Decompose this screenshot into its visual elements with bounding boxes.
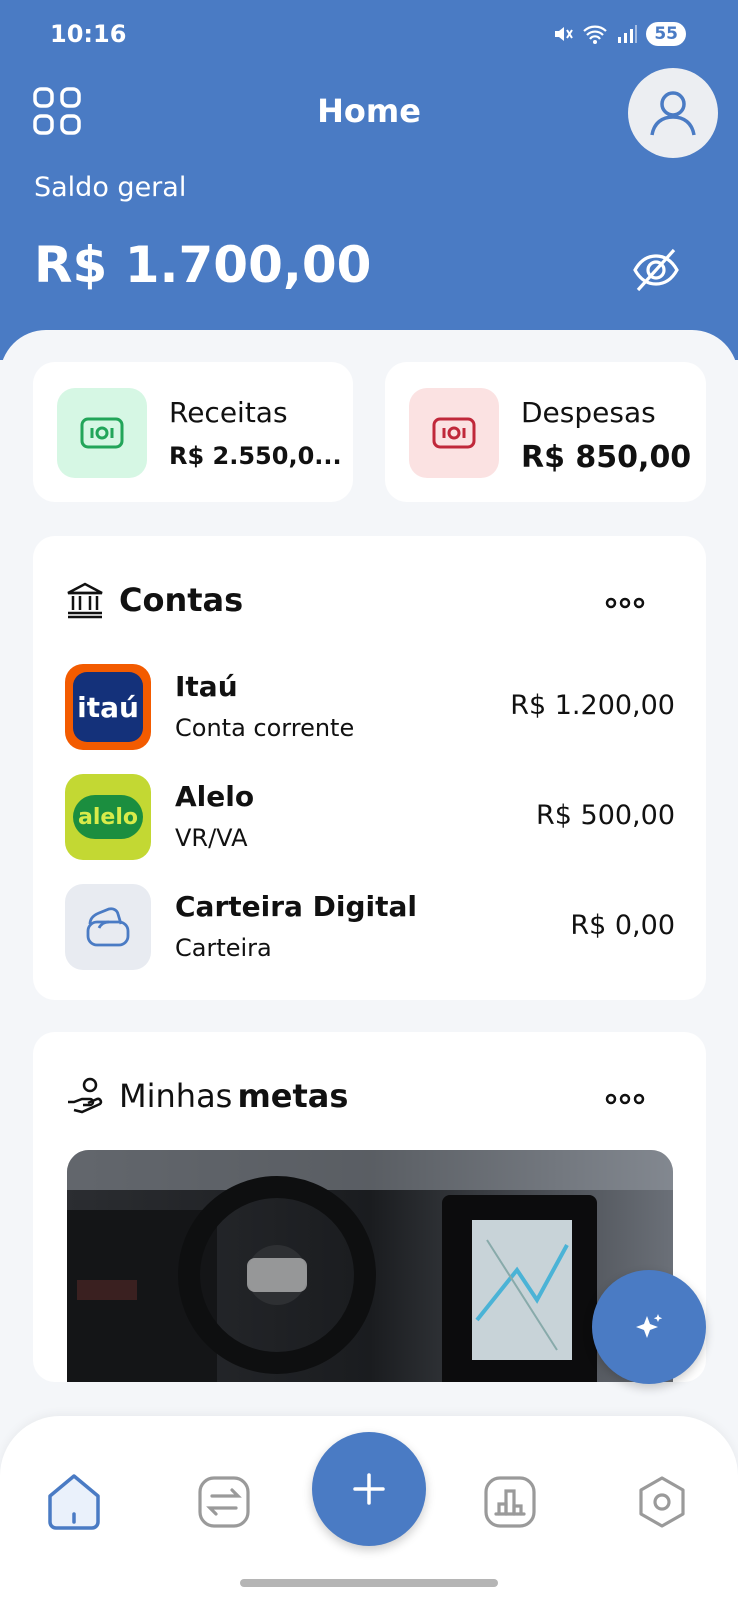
wallet-logo [65,884,151,970]
bank-icon [67,582,103,619]
sparkle-icon [636,1314,663,1338]
expense-value: R$ 850,00 [521,440,692,475]
itau-logo-mark: itaú [73,672,143,742]
goals-title: Minhas metas [119,1077,348,1115]
account-type: Carteira [175,934,272,962]
expense-icon-box [409,388,499,478]
signal-icon [618,25,638,43]
settings-icon [639,1476,685,1528]
add-icon [353,1473,385,1505]
more-icon[interactable] [605,596,645,610]
nav-transactions[interactable] [192,1470,256,1534]
transfer-icon [198,1476,250,1528]
goal-image[interactable] [67,1150,673,1382]
account-name: Carteira Digital [175,890,418,923]
income-card[interactable]: Receitas R$ 2.550,0... [33,362,353,502]
home-indicator [240,1579,498,1587]
account-name: Alelo [175,780,255,813]
bottom-nav [0,1416,738,1600]
user-icon [650,91,696,136]
account-amount: R$ 1.200,00 [510,690,675,721]
goals-title-bold: metas [237,1077,349,1115]
cash-icon [80,417,124,449]
goals-title-prefix: Minhas [119,1077,233,1115]
wallet-icon [86,907,130,947]
expense-label: Despesas [521,396,656,429]
chart-icon [484,1476,536,1528]
accounts-card: Contas itaú Itaú Conta corrente R$ 1.200… [33,536,706,1000]
car-interior-photo [67,1150,673,1382]
balance-label: Saldo geral [34,172,187,203]
itau-logo: itaú [65,664,151,750]
hand-coin-icon [68,1077,103,1114]
income-value: R$ 2.550,0... [169,442,342,470]
accounts-header: Contas [65,580,243,620]
header: 10:16 55 Home Saldo geral R$ 1.700,00 [0,0,738,360]
alelo-logo: alelo [65,774,151,860]
nav-reports[interactable] [478,1470,542,1534]
account-row-alelo[interactable]: alelo Alelo VR/VA R$ 500,00 [65,774,675,860]
account-name: Itaú [175,670,238,703]
account-type: VR/VA [175,824,248,852]
eye-off-icon[interactable] [632,246,680,298]
more-icon[interactable] [605,1092,645,1106]
account-row-itau[interactable]: itaú Itaú Conta corrente R$ 1.200,00 [65,664,675,750]
nav-settings[interactable] [630,1470,694,1534]
mute-icon [555,27,574,41]
balance-value: R$ 1.700,00 [34,236,372,294]
accounts-title: Contas [119,581,244,619]
cash-icon [432,417,476,449]
status-time: 10:16 [50,20,127,48]
ai-assistant-button[interactable] [592,1270,706,1384]
wifi-icon [583,25,608,44]
account-amount: R$ 0,00 [570,910,675,941]
alelo-logo-mark: alelo [73,795,143,839]
income-icon-box [57,388,147,478]
home-icon [48,1474,100,1530]
profile-button[interactable] [628,68,718,158]
add-transaction-button[interactable] [312,1432,426,1546]
account-type: Conta corrente [175,714,355,742]
goals-header: Minhas metas [65,1076,348,1116]
account-amount: R$ 500,00 [536,800,675,831]
battery-indicator: 55 [646,22,686,46]
nav-home[interactable] [42,1470,106,1534]
expense-card[interactable]: Despesas R$ 850,00 [385,362,706,502]
account-row-wallet[interactable]: Carteira Digital Carteira R$ 0,00 [65,884,675,970]
status-bar-icons: 55 [552,22,686,46]
income-label: Receitas [169,396,288,429]
